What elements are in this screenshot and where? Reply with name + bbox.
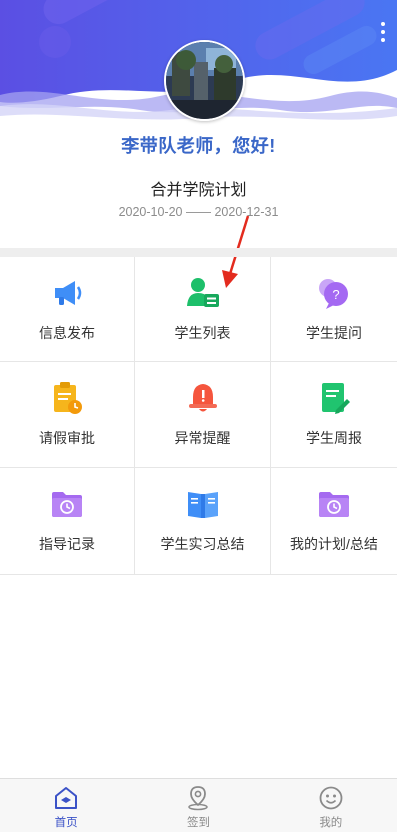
date-separator: ——	[186, 205, 211, 219]
grid-item-leave-approval[interactable]: 请假审批	[0, 362, 135, 468]
smiley-icon	[319, 786, 343, 810]
bottom-tab-bar: 首页 签到 我的	[0, 778, 397, 832]
grid-item-label: 请假审批	[39, 430, 95, 446]
grid-item-my-plan-summary[interactable]: 我的计划/总结	[271, 468, 397, 574]
megaphone-icon	[55, 281, 82, 305]
grid-item-label: 信息发布	[39, 325, 95, 341]
plan-date-range: 2020-10-20 —— 2020-12-31	[0, 205, 397, 219]
plan-end-date: 2020-12-31	[214, 205, 279, 219]
section-divider	[0, 248, 397, 257]
grid-item-label: 指导记录	[39, 536, 95, 552]
grid-item-label: 异常提醒	[174, 430, 231, 446]
greeting-title: 李带队老师，您好!	[121, 136, 276, 156]
grid-item-student-questions[interactable]: ? 学生提问	[271, 257, 397, 362]
question-bubble-icon: ?	[319, 279, 348, 309]
grid-item-anomaly-alert[interactable]: 异常提醒	[135, 362, 271, 468]
student-card-icon	[186, 278, 219, 307]
plan-name[interactable]: 合并学院计划	[0, 176, 397, 200]
grid-item-label: 学生提问	[306, 325, 362, 341]
grid-item-label: 我的计划/总结	[290, 536, 378, 552]
grid-item-student-list[interactable]: 学生列表	[135, 257, 271, 362]
svg-text:?: ?	[332, 287, 339, 302]
tab-label: 签到	[186, 817, 210, 829]
open-book-icon	[187, 492, 218, 518]
tab-label: 我的	[319, 817, 343, 829]
more-menu-icon[interactable]	[379, 22, 387, 44]
tab-home[interactable]: 首页	[0, 779, 132, 832]
tab-label: 首页	[54, 817, 78, 829]
report-edit-icon	[322, 383, 350, 414]
grid-item-internship-summary[interactable]: 学生实习总结	[135, 468, 271, 574]
folder-clock-icon	[319, 492, 349, 517]
grid-item-info-publish[interactable]: 信息发布	[0, 257, 135, 362]
alarm-bell-icon	[188, 384, 217, 412]
grid-item-label: 学生列表	[174, 325, 231, 341]
avatar[interactable]	[164, 40, 245, 121]
location-pin-icon	[188, 786, 209, 811]
grid-item-weekly-report[interactable]: 学生周报	[271, 362, 397, 468]
clipboard-clock-icon	[54, 382, 82, 414]
grid-item-label: 学生周报	[306, 430, 362, 446]
grid-item-guidance-record[interactable]: 指导记录	[0, 468, 135, 574]
tab-checkin[interactable]: 签到	[132, 779, 264, 832]
function-grid: 信息发布 学生列表 ? 学生提问 请假审批 异常提醒 学生周报 指导记录 学生实…	[0, 257, 397, 575]
grid-item-label: 学生实习总结	[160, 536, 245, 552]
tab-mine[interactable]: 我的	[265, 779, 397, 832]
folder-clock-icon	[52, 492, 82, 517]
home-icon	[55, 787, 78, 809]
plan-start-date: 2020-10-20	[118, 205, 183, 219]
